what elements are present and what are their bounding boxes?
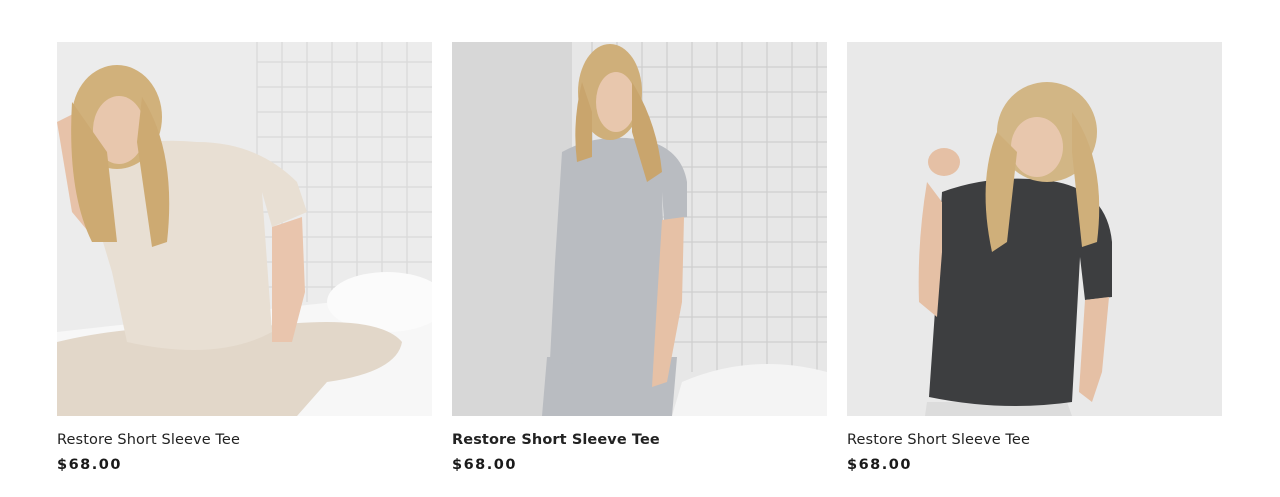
product-image-link[interactable] (57, 42, 432, 416)
product-card[interactable]: Restore Short Sleeve Tee $68.00 (847, 42, 1222, 473)
product-image (452, 42, 827, 416)
product-card[interactable]: Restore Short Sleeve Tee $68.00 (57, 42, 432, 473)
product-grid: Restore Short Sleeve Tee $68.00 Restore … (57, 42, 1222, 473)
product-card[interactable]: Restore Short Sleeve Tee $68.00 (452, 42, 827, 473)
product-price: $68.00 (57, 457, 122, 474)
product-title[interactable]: Restore Short Sleeve Tee (57, 432, 432, 449)
product-image-link[interactable] (847, 42, 1222, 416)
product-image-link[interactable] (452, 42, 827, 416)
product-image (57, 42, 432, 416)
product-title[interactable]: Restore Short Sleeve Tee (452, 432, 827, 449)
product-price: $68.00 (847, 457, 912, 474)
product-price: $68.00 (452, 457, 517, 474)
product-title[interactable]: Restore Short Sleeve Tee (847, 432, 1222, 449)
product-image (847, 42, 1222, 416)
